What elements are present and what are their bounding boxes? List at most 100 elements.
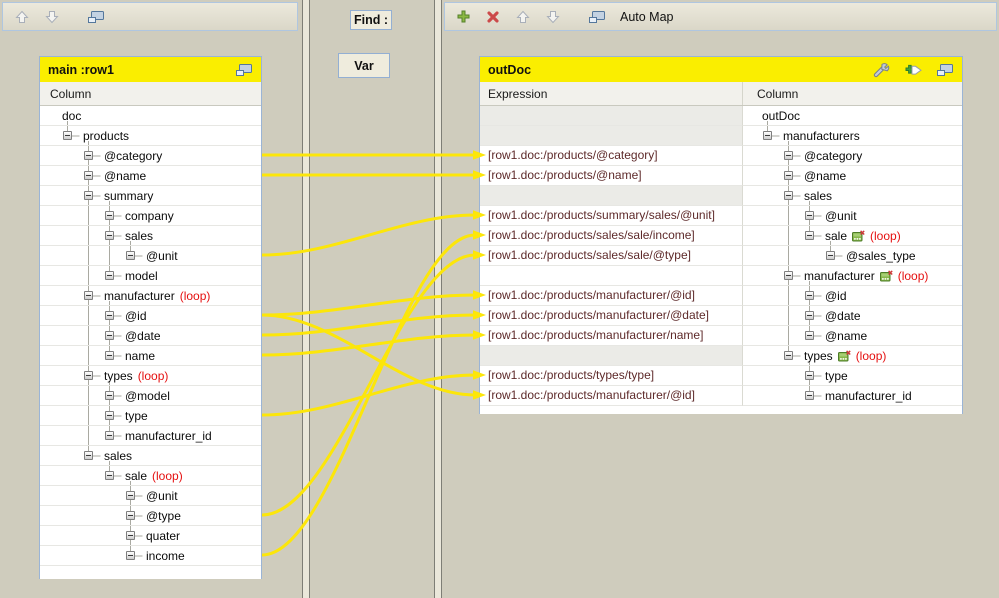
collapse-toggle[interactable] (805, 331, 814, 340)
collapse-toggle[interactable] (805, 311, 814, 320)
tree-row-name[interactable]: @name (743, 326, 962, 346)
tree-row-sales[interactable]: sales (743, 186, 962, 206)
tree-row-doc[interactable]: doc (40, 106, 261, 126)
collapse-toggle[interactable] (105, 311, 114, 320)
collapse-toggle[interactable] (105, 271, 114, 280)
expression-cell[interactable] (480, 346, 743, 366)
collapse-toggle[interactable] (126, 551, 135, 560)
tree-row-outDoc[interactable]: outDoc (743, 106, 962, 126)
collapse-toggle[interactable] (105, 391, 114, 400)
up-arrow-button[interactable] (512, 6, 534, 28)
collapse-toggle[interactable] (805, 231, 814, 240)
tree-row-type[interactable]: type (743, 366, 962, 386)
restore-window-icon[interactable] (936, 62, 954, 78)
collapse-toggle[interactable] (805, 291, 814, 300)
collapse-toggle[interactable] (105, 411, 114, 420)
expression-cell[interactable] (480, 126, 743, 146)
collapse-toggle[interactable] (784, 351, 793, 360)
mapping-link[interactable] (262, 215, 475, 255)
collapse-toggle[interactable] (84, 191, 93, 200)
tree-row-quater[interactable]: quater (40, 526, 261, 546)
mapping-link[interactable] (262, 375, 475, 415)
down-arrow-button[interactable] (542, 6, 564, 28)
add-child-icon[interactable] (904, 62, 923, 78)
tree-row-model[interactable]: @model (40, 386, 261, 406)
tree-row-types[interactable]: types(loop) (743, 346, 962, 366)
collapse-toggle[interactable] (105, 231, 114, 240)
tree-row-sales[interactable]: sales (40, 446, 261, 466)
mapping-link[interactable] (262, 255, 475, 515)
var-button[interactable]: Var (338, 53, 390, 78)
collapse-toggle[interactable] (84, 171, 93, 180)
collapse-toggle[interactable] (84, 371, 93, 380)
mapping-link[interactable] (262, 335, 475, 355)
collapse-toggle[interactable] (805, 371, 814, 380)
tree-row-manufacturer[interactable]: manufacturer(loop) (743, 266, 962, 286)
expression-cell[interactable]: [row1.doc:/products/@category] (480, 146, 743, 166)
tree-row-company[interactable]: company (40, 206, 261, 226)
mapping-link[interactable] (262, 295, 475, 315)
expression-cell[interactable]: [row1.doc:/products/@name] (480, 166, 743, 186)
mapping-link[interactable] (262, 315, 475, 335)
tree-row-type[interactable]: @type (40, 506, 261, 526)
tree-row-id[interactable]: @id (40, 306, 261, 326)
collapse-toggle[interactable] (763, 131, 772, 140)
expression-cell[interactable]: [row1.doc:/products/manufacturer/@id] (480, 286, 743, 306)
expression-cell[interactable]: [row1.doc:/products/sales/sale/@type] (480, 246, 743, 266)
tree-row-sales_type[interactable]: @sales_type (743, 246, 962, 266)
collapse-toggle[interactable] (105, 211, 114, 220)
find-button[interactable]: Find : (350, 10, 392, 30)
tree-row-income[interactable]: income (40, 546, 261, 566)
restore-window-button[interactable] (586, 6, 608, 28)
expression-cell[interactable] (480, 106, 743, 126)
tree-row-unit[interactable]: @unit (40, 246, 261, 266)
collapse-toggle[interactable] (105, 331, 114, 340)
collapse-toggle[interactable] (84, 291, 93, 300)
collapse-toggle[interactable] (84, 451, 93, 460)
collapse-toggle[interactable] (826, 251, 835, 260)
collapse-toggle[interactable] (105, 431, 114, 440)
splitter-left[interactable] (302, 0, 310, 598)
tree-row-name[interactable]: @name (40, 166, 261, 186)
collapse-toggle[interactable] (784, 271, 793, 280)
tree-row-sale[interactable]: sale(loop) (743, 226, 962, 246)
collapse-toggle[interactable] (126, 531, 135, 540)
expression-cell[interactable]: [row1.doc:/products/manufacturer/@id] (480, 386, 743, 406)
tree-row-manufacturer_id[interactable]: manufacturer_id (743, 386, 962, 406)
tree-row-name[interactable]: @name (743, 166, 962, 186)
tree-row-type[interactable]: type (40, 406, 261, 426)
tree-row-products[interactable]: products (40, 126, 261, 146)
tree-row-sales[interactable]: sales (40, 226, 261, 246)
tree-row-id[interactable]: @id (743, 286, 962, 306)
tree-row-manufacturers[interactable]: manufacturers (743, 126, 962, 146)
tree-row-category[interactable]: @category (743, 146, 962, 166)
expression-cell[interactable]: [row1.doc:/products/summary/sales/@unit] (480, 206, 743, 226)
collapse-toggle[interactable] (126, 251, 135, 260)
restore-window-icon[interactable] (235, 62, 253, 77)
tree-row-category[interactable]: @category (40, 146, 261, 166)
collapse-toggle[interactable] (126, 491, 135, 500)
collapse-toggle[interactable] (784, 151, 793, 160)
collapse-toggle[interactable] (105, 351, 114, 360)
collapse-toggle[interactable] (805, 211, 814, 220)
tree-row-model[interactable]: model (40, 266, 261, 286)
tree-row-types[interactable]: types(loop) (40, 366, 261, 386)
tree-row-date[interactable]: @date (743, 306, 962, 326)
collapse-toggle[interactable] (126, 511, 135, 520)
tree-row-unit[interactable]: @unit (743, 206, 962, 226)
tree-row-name[interactable]: name (40, 346, 261, 366)
collapse-toggle[interactable] (784, 171, 793, 180)
auto-map-label[interactable]: Auto Map (620, 10, 674, 24)
delete-button[interactable] (482, 6, 504, 28)
wrench-icon[interactable] (873, 62, 891, 78)
expression-cell[interactable]: [row1.doc:/products/sales/sale/income] (480, 226, 743, 246)
mapping-link[interactable] (262, 315, 475, 395)
splitter-right[interactable] (434, 0, 442, 598)
tree-row-manufacturer_id[interactable]: manufacturer_id (40, 426, 261, 446)
expression-cell[interactable]: [row1.doc:/products/manufacturer/@date] (480, 306, 743, 326)
collapse-toggle[interactable] (84, 151, 93, 160)
tree-row-manufacturer[interactable]: manufacturer(loop) (40, 286, 261, 306)
tree-row-summary[interactable]: summary (40, 186, 261, 206)
tree-row-sale[interactable]: sale(loop) (40, 466, 261, 486)
collapse-toggle[interactable] (105, 471, 114, 480)
